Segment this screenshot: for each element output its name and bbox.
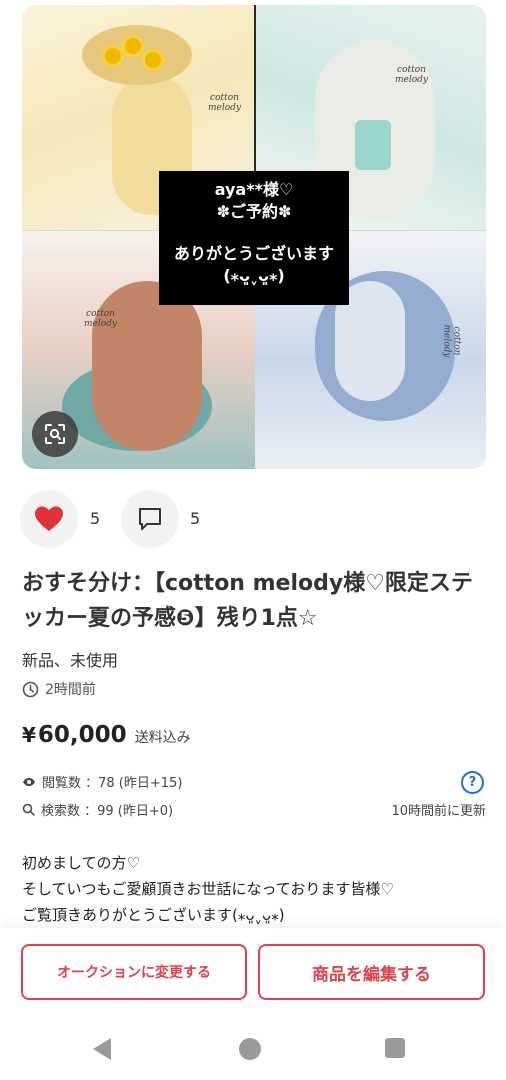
price: ¥ 60,000 送料込み — [22, 722, 191, 748]
posted-time-text: 2時間前 — [45, 682, 96, 698]
description-line: 初めましての方♡ — [22, 854, 140, 872]
comment-button[interactable] — [121, 490, 179, 548]
overlay-line: ありがとうございます — [173, 244, 334, 263]
illustration-drink — [355, 120, 391, 170]
product-image[interactable]: cotton melody cotton melody cotton melody c… — [22, 5, 486, 469]
recent-apps-icon[interactable] — [385, 1038, 405, 1058]
signature-logo: cotton melody — [395, 65, 429, 85]
search-count: 検索数 ：99 (昨日+0) — [22, 800, 173, 819]
like-count: 5 — [90, 509, 101, 528]
system-nav-bar — [0, 1020, 506, 1080]
lens-scan-icon — [45, 424, 65, 444]
item-detail-screen: cotton melody cotton melody cotton melody c… — [0, 0, 506, 1080]
sunflower-icon — [102, 45, 124, 67]
price-currency: ¥ — [22, 723, 36, 747]
reservation-overlay: aya**様♡ ✽ご予約✽ ありがとうございます (⁎ᴗ͈ˬᴗ͈⁎) — [159, 171, 349, 305]
edit-item-button[interactable]: 商品を編集する — [258, 944, 485, 1000]
item-title: おすそ分け：【cotton melody様♡限定ステッカー夏の予感❺】残り1点☆ — [22, 571, 473, 631]
sunflower-icon — [142, 49, 164, 71]
clock-icon — [22, 681, 39, 697]
comment-icon — [139, 508, 161, 530]
view-count-text: 閲覧数 ：78 (昨日+15) — [42, 776, 183, 791]
item-condition: 新品、未使用 — [22, 651, 119, 670]
illustration-hair — [92, 281, 202, 451]
heart-icon — [35, 506, 63, 531]
description-line: ご覧頂きありがとうございます(⁎ᴗ͈ˬᴗ͈⁎) — [22, 906, 285, 924]
overlay-line: aya**様♡ — [214, 180, 294, 199]
search-icon — [22, 803, 35, 816]
like-button[interactable] — [20, 490, 78, 548]
sunflower-icon — [122, 35, 144, 57]
eye-icon — [23, 777, 35, 786]
help-icon[interactable]: ? — [461, 771, 484, 794]
item-description: 初めましての方♡ そしていつもご愛顧頂きお世話になっております皆様♡ ご覧頂きあ… — [22, 850, 492, 928]
overlay-line: (⁎ᴗ͈ˬᴗ͈⁎) — [223, 266, 285, 285]
bottom-action-bar: オークションに変更する 商品を編集する — [0, 928, 506, 1020]
change-to-auction-button[interactable]: オークションに変更する — [21, 944, 247, 1000]
overlay-line: ✽ご予約✽ — [216, 202, 292, 221]
comment-count: 5 — [190, 509, 201, 528]
search-count-text: 検索数 ：99 (昨日+0) — [41, 804, 174, 819]
signature-logo: cotton melody — [84, 309, 118, 329]
updated-time: 10時間前に更新 — [391, 804, 486, 819]
image-search-button[interactable] — [32, 411, 78, 457]
description-line: そしていつもご愛顧頂きお世話になっております皆様♡ — [22, 880, 394, 898]
back-icon[interactable] — [93, 1038, 111, 1060]
home-icon[interactable] — [239, 1038, 261, 1060]
view-count: 閲覧数 ：78 (昨日+15) — [22, 772, 182, 791]
shipping-label: 送料込み — [134, 730, 191, 746]
signature-logo: cotton melody — [441, 324, 462, 358]
price-amount: 60,000 — [37, 722, 127, 748]
signature-logo: cotton melody — [208, 93, 242, 113]
posted-time: 2時間前 — [22, 679, 96, 699]
